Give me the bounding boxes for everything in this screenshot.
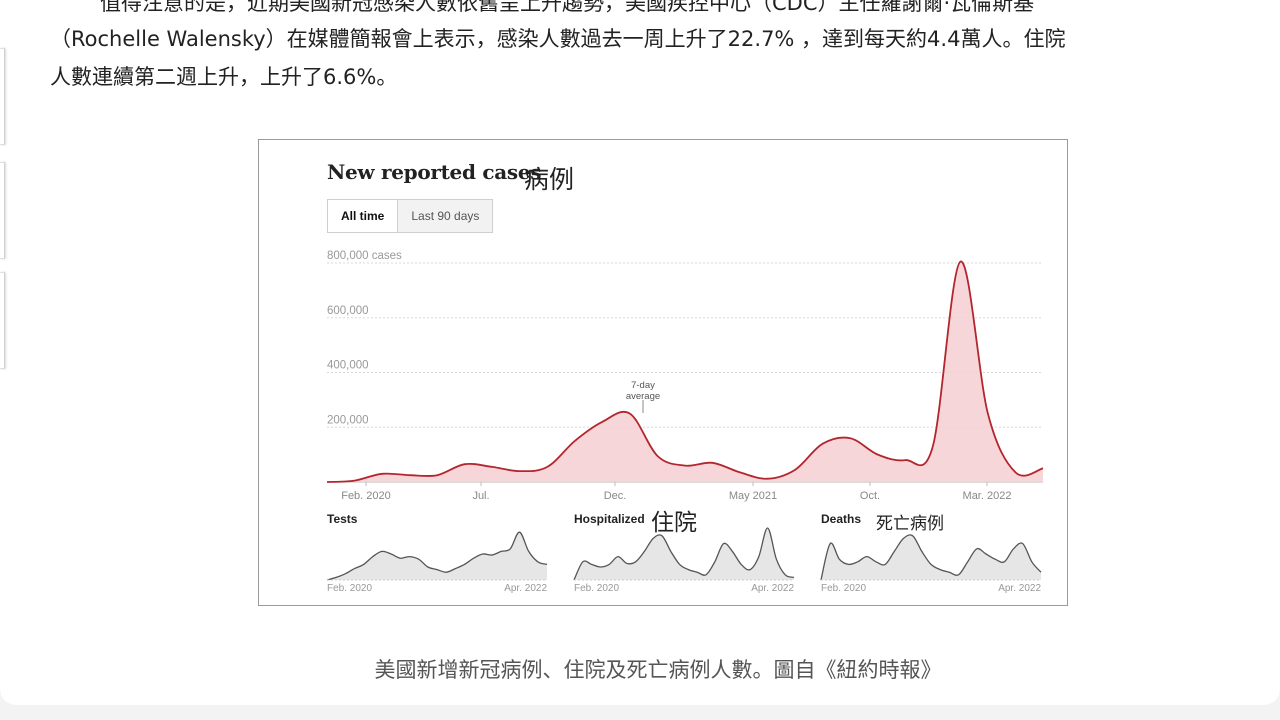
y-tick-label: 400,000 — [327, 360, 369, 372]
annotation-text: 7-day — [631, 380, 655, 391]
mini-x-tick-label: Apr. 2022 — [504, 583, 547, 594]
mini-x-tick-label: Apr. 2022 — [998, 583, 1041, 594]
y-tick-label: 800,000 cases — [327, 250, 402, 262]
hospitalized-cjk-label: 住院 — [651, 510, 697, 536]
x-tick-label: Mar. 2022 — [963, 490, 1012, 502]
x-tick-label: Oct. — [860, 490, 880, 502]
paragraph-line-2: （Rochelle Walensky）在媒體簡報會上表示，感染人數過去一周上升了… — [50, 27, 1066, 51]
side-tab[interactable] — [0, 48, 5, 145]
mini-x-tick-label: Feb. 2020 — [821, 583, 866, 594]
annotation-text: average — [626, 391, 660, 402]
figure-caption: 美國新增新冠病例、住院及死亡病例人數。圖自《紐約時報》 — [374, 658, 942, 682]
side-tab[interactable] — [0, 162, 5, 259]
paragraph-line-1: 值得注意的是，近期美國新冠感染人數依舊呈上升趨勢，美國疾控中心（CDC）主任羅謝… — [100, 0, 1035, 15]
x-tick-label: Feb. 2020 — [341, 490, 391, 502]
x-tick-label: Dec. — [604, 490, 627, 502]
mini-area — [327, 532, 547, 580]
mini-chart-title: Deaths — [821, 512, 861, 526]
cases-area — [327, 261, 1043, 482]
y-tick-label: 600,000 — [327, 305, 369, 317]
article-page: 值得注意的是，近期美國新冠感染人數依舊呈上升趨勢，美國疾控中心（CDC）主任羅謝… — [0, 0, 1280, 705]
x-tick-label: May 2021 — [729, 490, 777, 502]
deaths-cjk-label: 死亡病例 — [876, 514, 944, 534]
mini-x-tick-label: Feb. 2020 — [574, 583, 619, 594]
tests-mini-chart: Tests Feb. 2020 Apr. 2022 — [326, 512, 547, 594]
mini-chart-title: Tests — [327, 512, 358, 526]
x-tick-label: Jul. — [472, 490, 489, 502]
chart-figure: New reported cases 病例 All time Last 90 d… — [258, 139, 1068, 606]
side-tab[interactable] — [0, 272, 5, 369]
mini-x-tick-label: Feb. 2020 — [327, 583, 372, 594]
mini-x-tick-label: Apr. 2022 — [751, 583, 794, 594]
paragraph-line-3: 人數連續第二週上升，上升了6.6%。 — [50, 65, 398, 89]
mini-chart-title: Hospitalized — [574, 512, 645, 526]
y-tick-label: 200,000 — [327, 414, 369, 426]
